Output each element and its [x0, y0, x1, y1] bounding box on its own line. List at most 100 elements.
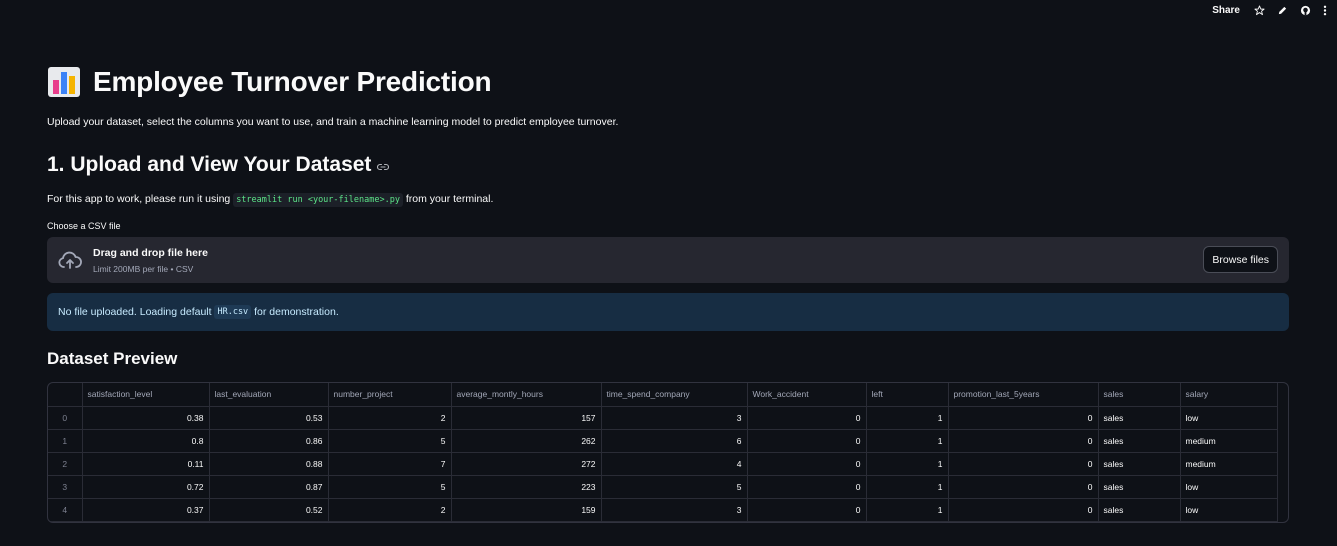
- table-cell[interactable]: 1: [866, 475, 949, 499]
- table-cell[interactable]: 0.72: [82, 475, 210, 499]
- row-index: 0: [48, 406, 83, 430]
- table-cell[interactable]: 0: [948, 498, 1099, 522]
- cloud-upload-icon: [58, 250, 82, 275]
- table-cell[interactable]: 0.37: [82, 498, 210, 522]
- table-cell[interactable]: 2: [328, 498, 452, 522]
- table-cell[interactable]: 5: [601, 475, 748, 499]
- table-cell[interactable]: low: [1180, 475, 1278, 499]
- table-cell[interactable]: 262: [451, 429, 602, 453]
- run-instructions: For this app to work, please run it usin…: [47, 193, 494, 207]
- table-cell[interactable]: low: [1180, 498, 1278, 522]
- section-heading-upload: 1. Upload and View Your Dataset: [47, 153, 390, 177]
- run-command-code: streamlit run <your-filename>.py: [233, 193, 403, 207]
- info-alert-prefix: No file uploaded. Loading default: [58, 306, 212, 318]
- table-cell[interactable]: 1: [866, 498, 949, 522]
- table-cell[interactable]: 0: [948, 406, 1099, 430]
- table-row: 3 0.72 0.87 5 223 5 0 1 0 sales low: [48, 475, 1278, 499]
- table-header-row: satisfaction_level last_evaluation numbe…: [48, 383, 1278, 407]
- edit-pencil-icon[interactable]: [1277, 5, 1288, 16]
- column-header[interactable]: sales: [1098, 383, 1181, 407]
- table-row: 4 0.37 0.52 2 159 3 0 1 0 sales low: [48, 498, 1278, 522]
- section-heading-text: 1. Upload and View Your Dataset: [47, 153, 372, 176]
- run-instructions-prefix: For this app to work, please run it usin…: [47, 193, 231, 205]
- table-cell[interactable]: sales: [1098, 429, 1181, 453]
- table-cell[interactable]: 1: [866, 406, 949, 430]
- file-uploader-label: Choose a CSV file: [47, 221, 121, 231]
- table-cell[interactable]: low: [1180, 406, 1278, 430]
- table-cell[interactable]: 3: [601, 406, 748, 430]
- table-cell[interactable]: 223: [451, 475, 602, 499]
- file-dropzone[interactable]: Drag and drop file here Limit 200MB per …: [47, 237, 1289, 283]
- column-header[interactable]: Work_accident: [747, 383, 867, 407]
- table-cell[interactable]: 0: [747, 452, 867, 476]
- github-icon[interactable]: [1300, 5, 1311, 16]
- column-header[interactable]: left: [866, 383, 949, 407]
- column-header[interactable]: promotion_last_5years: [948, 383, 1099, 407]
- table-cell[interactable]: sales: [1098, 406, 1181, 430]
- column-header[interactable]: number_project: [328, 383, 452, 407]
- table-row: 2 0.11 0.88 7 272 4 0 1 0 sales medium: [48, 452, 1278, 476]
- row-index: 4: [48, 498, 83, 522]
- row-index: 2: [48, 452, 83, 476]
- browse-files-button[interactable]: Browse files: [1203, 246, 1278, 273]
- column-header[interactable]: salary: [1180, 383, 1278, 407]
- table-cell[interactable]: 4: [601, 452, 748, 476]
- table-cell[interactable]: 0: [948, 452, 1099, 476]
- table-cell[interactable]: sales: [1098, 452, 1181, 476]
- column-header[interactable]: average_montly_hours: [451, 383, 602, 407]
- row-index: 3: [48, 475, 83, 499]
- table-cell[interactable]: 2: [328, 406, 452, 430]
- table-cell[interactable]: 1: [866, 452, 949, 476]
- table-cell[interactable]: 6: [601, 429, 748, 453]
- page-title-text: Employee Turnover Prediction: [93, 66, 492, 97]
- table-cell[interactable]: 0.53: [209, 406, 329, 430]
- star-icon[interactable]: [1254, 4, 1265, 16]
- column-header[interactable]: last_evaluation: [209, 383, 329, 407]
- table-cell[interactable]: 159: [451, 498, 602, 522]
- table-cell[interactable]: 0.88: [209, 452, 329, 476]
- dataset-preview-table[interactable]: satisfaction_level last_evaluation numbe…: [47, 382, 1289, 523]
- table-cell[interactable]: medium: [1180, 429, 1278, 453]
- table-cell[interactable]: 0: [747, 429, 867, 453]
- table-cell[interactable]: sales: [1098, 498, 1181, 522]
- page-title: Employee Turnover Prediction: [47, 66, 492, 98]
- table-cell[interactable]: 0: [747, 498, 867, 522]
- bar-chart-icon: [47, 66, 81, 98]
- table-cell[interactable]: sales: [1098, 475, 1181, 499]
- column-header[interactable]: satisfaction_level: [82, 383, 210, 407]
- table-cell[interactable]: 0.11: [82, 452, 210, 476]
- table-cell[interactable]: medium: [1180, 452, 1278, 476]
- table-cell[interactable]: 0: [747, 475, 867, 499]
- table-cell[interactable]: 0: [948, 475, 1099, 499]
- anchor-link-icon[interactable]: [377, 153, 390, 177]
- table-cell[interactable]: 272: [451, 452, 602, 476]
- top-toolbar: Share: [1212, 0, 1337, 20]
- table-cell[interactable]: 157: [451, 406, 602, 430]
- page-subtitle: Upload your dataset, select the columns …: [47, 116, 619, 128]
- dataset-preview-heading: Dataset Preview: [47, 349, 178, 368]
- table-cell[interactable]: 5: [328, 475, 452, 499]
- table-cell[interactable]: 0.38: [82, 406, 210, 430]
- index-header: [48, 383, 83, 407]
- row-index: 1: [48, 429, 83, 453]
- run-instructions-suffix: from your terminal.: [405, 193, 494, 205]
- table-row: 1 0.8 0.86 5 262 6 0 1 0 sales medium: [48, 429, 1278, 453]
- table-cell[interactable]: 0: [948, 429, 1099, 453]
- table-cell[interactable]: 3: [601, 498, 748, 522]
- info-alert-filename: HR.csv: [214, 305, 252, 319]
- dropzone-title: Drag and drop file here: [93, 247, 208, 259]
- info-alert: No file uploaded. Loading default HR.csv…: [47, 293, 1289, 331]
- dropzone-limit-text: Limit 200MB per file • CSV: [93, 264, 194, 274]
- table-cell[interactable]: 0.87: [209, 475, 329, 499]
- table-row: 0 0.38 0.53 2 157 3 0 1 0 sales low: [48, 406, 1278, 430]
- share-button[interactable]: Share: [1212, 5, 1240, 16]
- table-cell[interactable]: 1: [866, 429, 949, 453]
- table-cell[interactable]: 0.52: [209, 498, 329, 522]
- table-cell[interactable]: 5: [328, 429, 452, 453]
- table-cell[interactable]: 0.86: [209, 429, 329, 453]
- more-menu-icon[interactable]: [1323, 5, 1327, 16]
- table-cell[interactable]: 0: [747, 406, 867, 430]
- table-cell[interactable]: 7: [328, 452, 452, 476]
- table-cell[interactable]: 0.8: [82, 429, 210, 453]
- column-header[interactable]: time_spend_company: [601, 383, 748, 407]
